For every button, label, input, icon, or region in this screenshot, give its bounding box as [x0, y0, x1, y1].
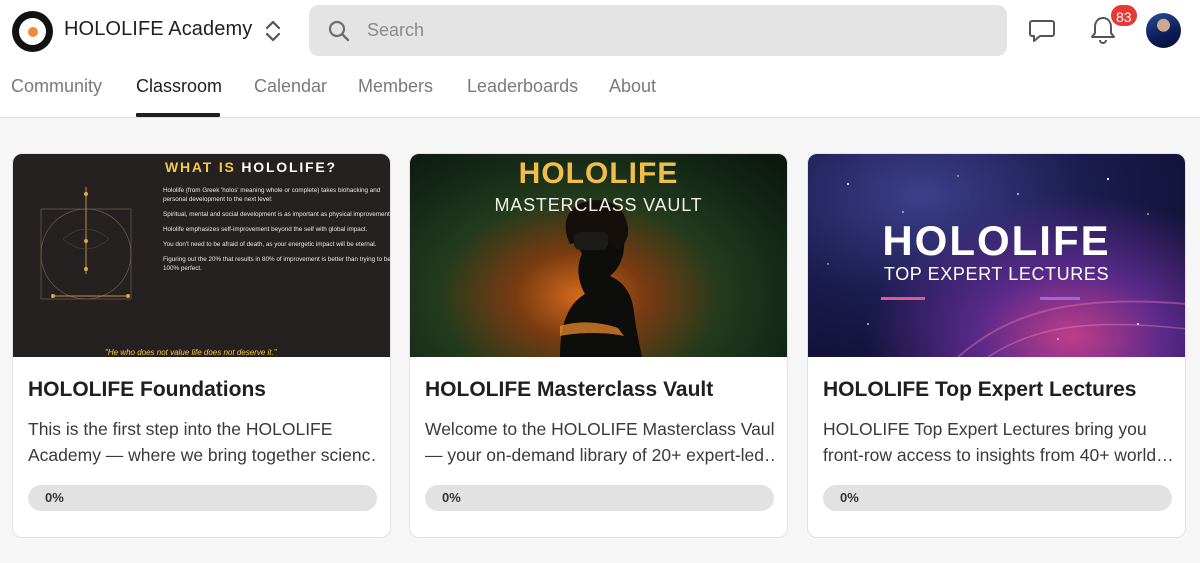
nav-tabs: Community Classroom Calendar Members Lea…: [0, 64, 800, 118]
search-input[interactable]: [367, 13, 987, 48]
tab-members[interactable]: Members: [358, 76, 433, 97]
thumbnail-subheading: MASTERCLASS VAULT: [494, 195, 703, 215]
course-description: HOLOLIFE Top Expert Lectures bring you f…: [823, 419, 1173, 465]
notification-count-badge[interactable]: 83: [1109, 3, 1139, 28]
thumbnail-heading: WHAT IS HOLOLIFE?: [165, 159, 337, 175]
tab-community[interactable]: Community: [11, 76, 102, 97]
progress-label: 0%: [45, 490, 64, 505]
thumbnail-quote: "He who does not value life does not des…: [105, 348, 277, 357]
thumbnail-text: Hololife (from Greek 'holos' meaning who…: [163, 187, 390, 272]
course-description: Welcome to the HOLOLIFE Masterclass Vaul…: [425, 419, 775, 465]
progress-label: 0%: [840, 490, 859, 505]
tab-calendar[interactable]: Calendar: [254, 76, 327, 97]
switch-group-icon[interactable]: [260, 16, 286, 46]
tab-leaderboards[interactable]: Leaderboards: [467, 76, 578, 97]
thumbnail-accent-bar: [1040, 297, 1080, 300]
course-thumbnail[interactable]: WHAT IS HOLOLIFE? Hololife (from Greek '…: [13, 154, 390, 357]
course-thumbnail[interactable]: HOLOLIFE TOP EXPERT LECTURES: [808, 154, 1185, 357]
course-thumbnail[interactable]: HOLOLIFE MASTERCLASS VAULT: [410, 154, 787, 357]
course-progress-bar: 0%: [425, 485, 774, 511]
thumbnail-accent-bar: [881, 297, 925, 300]
tab-classroom[interactable]: Classroom: [136, 76, 222, 97]
active-tab-indicator: [136, 113, 220, 117]
search-bar[interactable]: [309, 5, 1007, 56]
group-name[interactable]: HOLOLIFE Academy: [64, 18, 252, 41]
thumbnail-subheading: TOP EXPERT LECTURES: [883, 264, 1110, 284]
course-card-foundations[interactable]: WHAT IS HOLOLIFE? Hololife (from Greek '…: [12, 153, 391, 538]
course-description: This is the first step into the HOLOLIFE…: [28, 419, 378, 465]
progress-label: 0%: [442, 490, 461, 505]
search-icon: [327, 19, 351, 43]
course-progress-bar: 0%: [28, 485, 377, 511]
tab-about[interactable]: About: [609, 76, 656, 97]
group-logo[interactable]: [12, 11, 53, 52]
thumbnail-heading: HOLOLIFE: [882, 217, 1111, 264]
course-title[interactable]: HOLOLIFE Masterclass Vault: [425, 378, 713, 402]
thumbnail-heading: HOLOLIFE: [518, 157, 679, 190]
top-bar: HOLOLIFE Academy 83 Community Classroom …: [0, 0, 1200, 118]
course-title[interactable]: HOLOLIFE Top Expert Lectures: [823, 378, 1136, 402]
logo-ring: [19, 18, 46, 45]
logo-dot: [27, 26, 38, 37]
avatar[interactable]: [1146, 13, 1181, 48]
course-card-top-expert-lectures[interactable]: HOLOLIFE TOP EXPERT LECTURES HOLOLIFE To…: [807, 153, 1186, 538]
chat-icon[interactable]: [1027, 15, 1057, 45]
course-title[interactable]: HOLOLIFE Foundations: [28, 378, 266, 402]
course-progress-bar: 0%: [823, 485, 1172, 511]
course-card-masterclass-vault[interactable]: HOLOLIFE MASTERCLASS VAULT HOLOLIFE Mast…: [409, 153, 788, 538]
